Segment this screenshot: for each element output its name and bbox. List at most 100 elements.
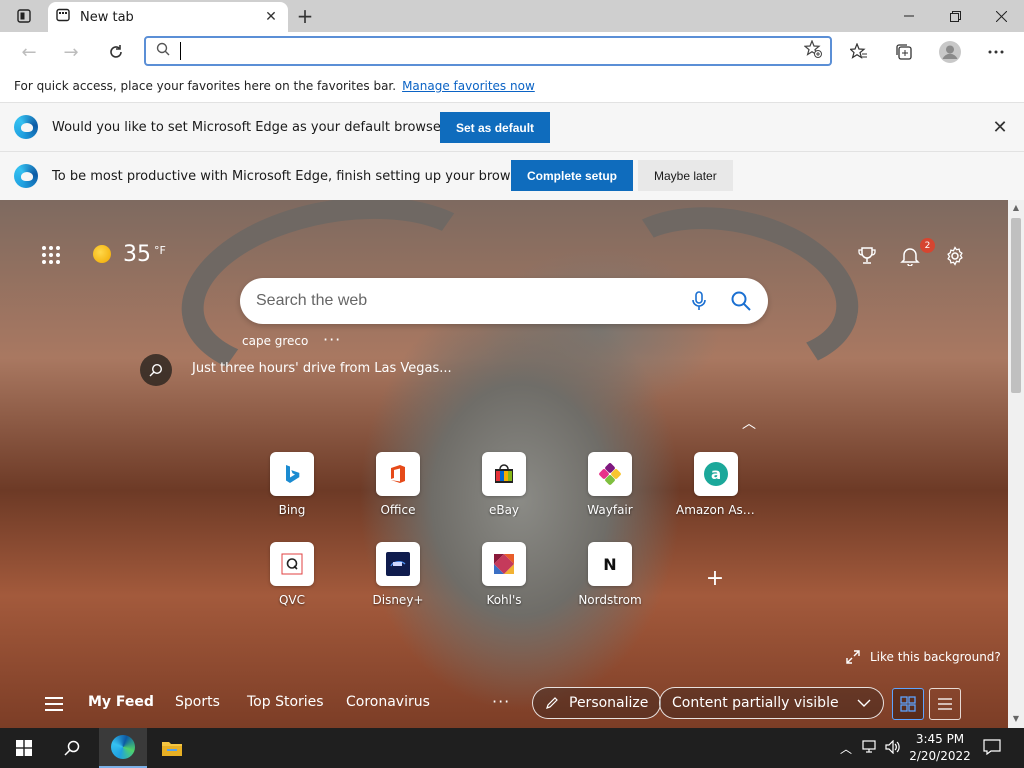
quick-link-nordstrom[interactable]: N Nordstrom: [570, 542, 650, 607]
refresh-button[interactable]: [101, 37, 131, 67]
scroll-down-arrow-icon[interactable]: ▼: [1011, 714, 1021, 724]
quick-link-label: Bing: [278, 503, 306, 517]
sunny-weather-icon[interactable]: [93, 245, 111, 263]
collapse-links-chevron-icon[interactable]: ︿: [742, 413, 756, 433]
volume-icon[interactable]: [885, 739, 901, 757]
rewards-trophy-icon[interactable]: [855, 244, 879, 268]
maybe-later-button[interactable]: Maybe later: [638, 160, 733, 191]
tab-new-tab[interactable]: New tab ✕: [48, 2, 288, 32]
feed-tab-top-stories[interactable]: Top Stories: [247, 694, 324, 710]
personalize-label: Personalize: [569, 695, 649, 711]
collections-icon[interactable]: [889, 37, 919, 67]
close-window-button[interactable]: [978, 0, 1024, 32]
svg-text:a: a: [711, 465, 721, 483]
favorites-icon[interactable]: [844, 37, 874, 67]
like-background-label: Like this background?: [870, 650, 1001, 664]
chevron-down-icon: [857, 699, 871, 707]
trending-search-link[interactable]: cape greco: [242, 334, 308, 348]
minimize-button[interactable]: [886, 0, 932, 32]
show-hidden-icons-chevron[interactable]: ︿: [840, 740, 852, 757]
start-button[interactable]: [0, 728, 48, 768]
windows-logo-icon: [16, 740, 32, 756]
list-view-button[interactable]: [929, 688, 961, 720]
quick-link-ebay[interactable]: eBay: [464, 452, 544, 517]
browser-toolbar: ← →: [0, 32, 1024, 70]
setup-message: To be most productive with Microsoft Edg…: [52, 168, 534, 184]
page-scrollbar[interactable]: ▲ ▼: [1008, 200, 1024, 728]
restore-button[interactable]: [932, 0, 978, 32]
search-icon: [64, 740, 80, 756]
web-search-box[interactable]: [240, 278, 768, 324]
settings-gear-icon[interactable]: [943, 244, 967, 268]
more-trending-icon[interactable]: ···: [323, 330, 341, 349]
quick-link-office[interactable]: Office: [358, 452, 438, 517]
wayfair-icon: [588, 452, 632, 496]
feed-tab-my-feed[interactable]: My Feed: [88, 694, 154, 710]
feed-tab-coronavirus[interactable]: Coronavirus: [346, 694, 430, 710]
quick-link-disney-plus[interactable]: Disney+: [358, 542, 438, 607]
web-search-input[interactable]: [256, 292, 684, 310]
add-favorite-icon[interactable]: [803, 39, 822, 62]
taskbar-edge-button[interactable]: [99, 728, 147, 768]
add-quick-link-icon[interactable]: +: [704, 568, 726, 590]
quick-link-bing[interactable]: Bing: [252, 452, 332, 517]
like-background-link[interactable]: Like this background?: [846, 650, 1001, 664]
address-bar[interactable]: [144, 36, 832, 66]
search-icon: [156, 42, 170, 60]
set-as-default-button[interactable]: Set as default: [440, 112, 551, 143]
edge-logo-icon: [14, 115, 38, 139]
close-infobar-icon[interactable]: ✕: [990, 117, 1010, 138]
address-input[interactable]: [191, 39, 804, 63]
qvc-icon: [270, 542, 314, 586]
network-icon[interactable]: [862, 740, 878, 757]
quick-link-label: Nordstrom: [578, 593, 642, 607]
new-tab-button[interactable]: +: [292, 4, 318, 28]
setup-infobar: To be most productive with Microsoft Edg…: [0, 151, 1024, 200]
clock-time: 3:45 PM: [915, 732, 965, 746]
scroll-up-arrow-icon[interactable]: ▲: [1011, 203, 1021, 213]
quick-link-kohls[interactable]: Kohl's: [464, 542, 544, 607]
back-button[interactable]: ←: [14, 37, 44, 67]
feed-navigation-bar: My Feed Sports Top Stories Coronavirus ·…: [0, 680, 1008, 728]
featured-story-link[interactable]: Just three hours' drive from Las Vegas..…: [192, 361, 452, 376]
profile-avatar[interactable]: [935, 37, 965, 67]
quick-link-label: eBay: [488, 503, 520, 517]
quick-link-amazon-assistant[interactable]: a Amazon Assi...: [676, 452, 756, 517]
more-feed-tabs-icon[interactable]: ···: [492, 692, 510, 711]
quick-link-qvc[interactable]: QVC: [252, 542, 332, 607]
feed-tab-sports[interactable]: Sports: [175, 694, 220, 710]
folder-icon: [162, 742, 182, 756]
taskbar-clock[interactable]: 3:45 PM 2/20/2022: [908, 731, 972, 765]
personalize-button[interactable]: Personalize: [532, 687, 662, 719]
search-submit-icon[interactable]: [726, 286, 756, 316]
tab-title: New tab: [80, 9, 134, 25]
title-bar: New tab ✕ +: [0, 0, 1024, 32]
taskbar-file-explorer-button[interactable]: [148, 728, 196, 768]
temperature[interactable]: 35: [123, 242, 151, 267]
windows-taskbar: ︿ 3:45 PM 2/20/2022: [0, 728, 1024, 768]
microphone-icon[interactable]: [684, 286, 714, 316]
svg-text:N: N: [603, 555, 616, 574]
scrollbar-thumb[interactable]: [1011, 218, 1021, 393]
taskbar-search-button[interactable]: [48, 728, 96, 768]
forward-button[interactable]: →: [56, 37, 86, 67]
notifications-bell-icon[interactable]: [898, 244, 922, 268]
app-launcher-icon[interactable]: [42, 246, 60, 264]
story-search-icon[interactable]: [140, 354, 172, 386]
clock-date: 2/20/2022: [909, 749, 971, 763]
grid-icon: [900, 696, 916, 712]
quick-link-wayfair[interactable]: Wayfair: [570, 452, 650, 517]
text-cursor: [180, 42, 181, 60]
action-center-icon[interactable]: [983, 739, 1001, 758]
menu-hamburger-icon[interactable]: [45, 697, 63, 711]
quick-link-label: Amazon Assi...: [676, 503, 756, 517]
content-visibility-dropdown[interactable]: Content partially visible: [659, 687, 884, 719]
manage-favorites-link[interactable]: Manage favorites now: [402, 79, 535, 93]
ebay-icon: [482, 452, 526, 496]
quick-link-label: Wayfair: [587, 503, 633, 517]
grid-view-button[interactable]: [892, 688, 924, 720]
complete-setup-button[interactable]: Complete setup: [511, 160, 634, 191]
tab-actions-icon[interactable]: [8, 6, 40, 26]
close-tab-icon[interactable]: ✕: [262, 8, 280, 26]
more-options-icon[interactable]: [981, 37, 1011, 67]
